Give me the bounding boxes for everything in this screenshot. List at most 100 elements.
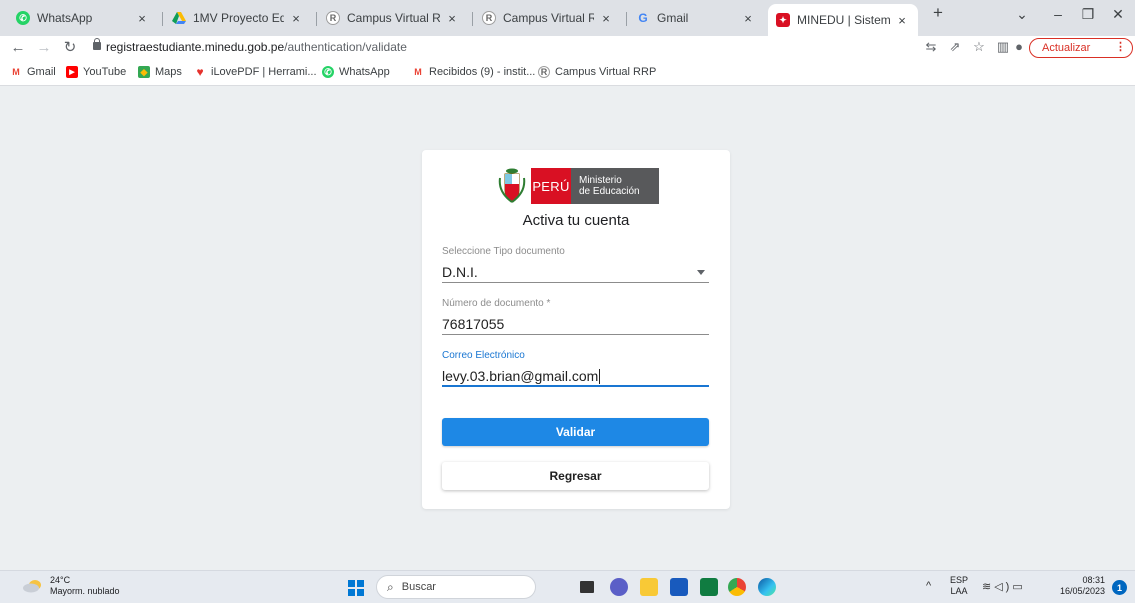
taskbar-search[interactable]: ⌕ Buscar xyxy=(376,575,536,599)
tray-overflow-icon[interactable]: ^ xyxy=(926,580,931,592)
bookmark-recibidos[interactable]: M Recibidos (9) - instit... xyxy=(412,66,535,78)
close-icon[interactable]: × xyxy=(444,11,460,26)
tab-separator xyxy=(626,12,627,26)
weather-text: 24°C Mayorm. nublado xyxy=(50,575,120,597)
doc-type-label: Seleccione Tipo documento xyxy=(442,246,565,257)
campus-icon: R xyxy=(326,11,340,25)
youtube-icon: ▶ xyxy=(66,66,78,78)
share-icon[interactable]: ⇗ xyxy=(946,39,964,55)
restore-icon[interactable]: ❐ xyxy=(1076,6,1100,23)
tab-title: Campus Virtual RRP: E xyxy=(503,11,594,25)
page-title: Activa tu cuenta xyxy=(522,212,630,229)
tab-gmail[interactable]: G Gmail × xyxy=(628,4,764,32)
tab-title: MINEDU | Sistema de xyxy=(797,13,890,27)
tab-campus-2[interactable]: R Campus Virtual RRP: E × xyxy=(474,4,622,32)
notification-badge[interactable]: 1 xyxy=(1112,580,1127,595)
clock-time: 08:31 xyxy=(1082,575,1105,585)
reload-icon[interactable]: ↻ xyxy=(60,38,80,58)
bookmark-label: Gmail xyxy=(27,66,56,78)
bookmark-maps[interactable]: ◆ Maps xyxy=(138,66,182,78)
bookmark-ilovepdf[interactable]: ♥ iLovePDF | Herrami... xyxy=(194,65,317,79)
peru-shield-icon xyxy=(497,168,527,204)
logo-ministry-line2: de Educación xyxy=(579,186,640,197)
system-clock[interactable]: 08:31 16/05/2023 xyxy=(1050,575,1105,597)
search-label: Buscar xyxy=(401,581,436,593)
windows-taskbar: 24°C Mayorm. nublado ⌕ Buscar ^ ESP LAA … xyxy=(0,570,1135,603)
new-tab-button[interactable]: + xyxy=(926,3,950,23)
bookmark-campus[interactable]: R Campus Virtual RRP xyxy=(538,66,656,78)
task-view-icon[interactable] xyxy=(580,581,594,593)
update-button[interactable]: Actualizar ⋮ xyxy=(1029,38,1133,58)
close-icon[interactable]: × xyxy=(598,11,614,26)
browser-toolbar: ← → ↻ registraestudiante.minedu.gob.pe/a… xyxy=(0,36,1135,60)
tab-proyecto[interactable]: 1MV Proyecto Educati × xyxy=(164,4,312,32)
google-icon: G xyxy=(638,11,648,25)
tab-campus-1[interactable]: R Campus Virtual RRP: E × xyxy=(318,4,468,32)
windows-start-icon[interactable] xyxy=(348,580,364,596)
bookmark-label: iLovePDF | Herrami... xyxy=(211,66,317,78)
back-arrow-icon[interactable]: ← xyxy=(8,38,28,58)
chat-icon[interactable] xyxy=(610,578,628,596)
drive-icon xyxy=(172,11,186,25)
back-button[interactable]: Regresar xyxy=(442,462,709,490)
close-icon[interactable]: × xyxy=(740,11,756,26)
language-indicator[interactable]: ESP LAA xyxy=(950,575,968,597)
file-explorer-icon[interactable] xyxy=(640,578,658,596)
edge-icon[interactable] xyxy=(758,578,776,596)
address-bar[interactable]: registraestudiante.minedu.gob.pe/authent… xyxy=(106,40,407,54)
forward-arrow-icon[interactable]: → xyxy=(34,38,54,58)
doc-number-field[interactable]: Número de documento * 76817055 xyxy=(442,298,709,335)
weather-widget[interactable]: 24°C Mayorm. nublado xyxy=(22,575,120,597)
excel-icon[interactable] xyxy=(700,578,718,596)
weather-temperature: 24°C xyxy=(50,575,71,585)
gmail-icon: M xyxy=(414,67,422,77)
word-icon[interactable] xyxy=(670,578,688,596)
cloud-icon xyxy=(22,579,44,593)
peru-shield-icon: ✦ xyxy=(776,13,790,27)
email-field[interactable]: Correo Electrónico levy.03.brian@gmail.c… xyxy=(442,350,709,387)
lang-line1: ESP xyxy=(950,575,969,585)
email-label: Correo Electrónico xyxy=(442,350,525,361)
activation-card: PERÚ Ministerio de Educación Activa tu c… xyxy=(422,150,730,509)
doc-type-select[interactable]: Seleccione Tipo documento D.N.I. xyxy=(442,246,709,283)
translate-icon[interactable]: ⇆ xyxy=(922,39,940,55)
doc-type-value: D.N.I. xyxy=(442,264,478,280)
close-icon[interactable]: × xyxy=(288,11,304,26)
clock-date: 16/05/2023 xyxy=(1059,586,1105,596)
doc-type-value-box[interactable]: D.N.I. xyxy=(442,261,709,283)
bookmark-youtube[interactable]: ▶ YouTube xyxy=(66,66,126,78)
browser-tab-strip: ✆ WhatsApp × 1MV Proyecto Educati × R Ca… xyxy=(0,0,1135,36)
url-host: registraestudiante.minedu.gob.pe xyxy=(106,40,285,54)
tab-title: Gmail xyxy=(657,11,689,25)
page-content: PERÚ Ministerio de Educación Activa tu c… xyxy=(0,86,1135,570)
close-icon[interactable]: × xyxy=(134,11,150,26)
close-icon[interactable]: × xyxy=(894,13,910,28)
text-cursor xyxy=(599,369,601,384)
doc-number-value: 76817055 xyxy=(442,316,505,332)
tab-title: Campus Virtual RRP: E xyxy=(347,11,440,25)
campus-icon: R xyxy=(482,11,496,25)
doc-number-input[interactable]: 76817055 xyxy=(442,313,709,335)
email-value: levy.03.brian@gmail.com xyxy=(442,368,599,384)
weather-condition: Mayorm. nublado xyxy=(50,586,120,596)
chevron-down-icon[interactable]: ⌄ xyxy=(1010,6,1034,23)
chrome-icon[interactable] xyxy=(728,578,746,596)
minimize-icon[interactable]: – xyxy=(1046,6,1070,22)
ilovepdf-icon: ♥ xyxy=(196,65,204,79)
tab-whatsapp[interactable]: ✆ WhatsApp × xyxy=(8,4,158,32)
dropdown-arrow-icon[interactable] xyxy=(697,270,705,275)
validate-button[interactable]: Validar xyxy=(442,418,709,446)
window-close-icon[interactable]: ✕ xyxy=(1106,6,1130,23)
profile-avatar-icon[interactable]: ● xyxy=(1010,39,1028,54)
search-icon: ⌕ xyxy=(387,579,394,594)
tray-icons[interactable]: ≋◁)▭ xyxy=(982,580,1026,593)
bookmark-label: Campus Virtual RRP xyxy=(555,66,657,78)
tab-minedu-active[interactable]: ✦ MINEDU | Sistema de × xyxy=(768,4,918,36)
bookmark-gmail[interactable]: M Gmail xyxy=(10,66,56,78)
email-input[interactable]: levy.03.brian@gmail.com xyxy=(442,365,709,387)
star-icon[interactable]: ☆ xyxy=(970,39,988,55)
menu-dots-icon: ⋮ xyxy=(1115,41,1126,53)
bookmark-whatsapp[interactable]: ✆ WhatsApp xyxy=(322,66,390,78)
volume-icon: ◁) xyxy=(994,581,1013,593)
bookmarks-bar: M Gmail ▶ YouTube ◆ Maps ♥ iLovePDF | He… xyxy=(0,60,1135,86)
